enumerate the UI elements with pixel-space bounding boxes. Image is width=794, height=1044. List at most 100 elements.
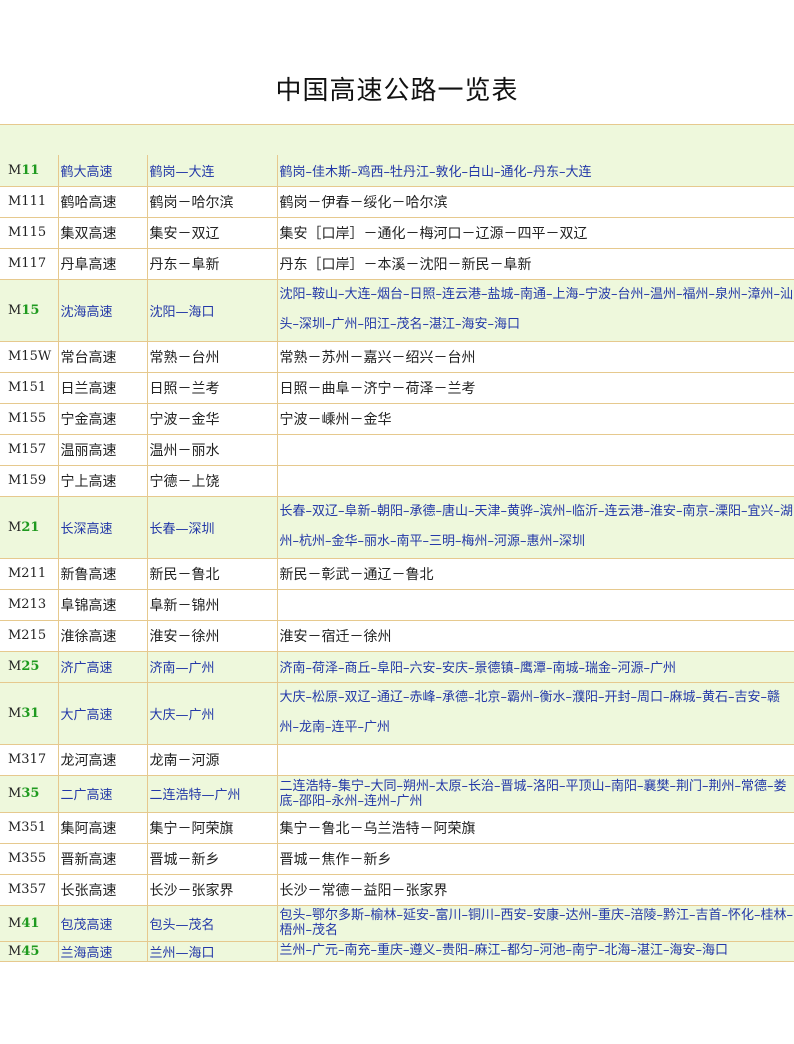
table-row: M215 淮徐高速 淮安－徐州 淮安－宿迁－徐州 bbox=[0, 620, 794, 652]
route-code: M211 bbox=[0, 558, 59, 590]
table-row: M351 集阿高速 集宁－阿荣旗 集宁－鲁北－乌兰浩特－阿荣旗 bbox=[0, 812, 794, 844]
route-name: 常台高速 bbox=[58, 341, 148, 373]
route-span: 集安－双辽 bbox=[147, 217, 278, 249]
table-row: M213 阜锦高速 阜新－锦州 bbox=[0, 589, 794, 621]
route-code: M15 bbox=[0, 279, 59, 342]
route-cities: 长沙－常德－益阳－张家界 bbox=[277, 874, 794, 906]
route-cities bbox=[277, 465, 794, 497]
route-cities: 包头–鄂尔多斯–榆林–延安–富川–铜川–西安–安康–达州–重庆–涪陵–黔江–吉首… bbox=[277, 905, 794, 942]
table-row: M159 宁上高速 宁德－上饶 bbox=[0, 465, 794, 497]
route-span: 新民－鲁北 bbox=[147, 558, 278, 590]
route-cities: 鹤岗－伊春－绥化－哈尔滨 bbox=[277, 186, 794, 218]
route-cities: 常熟－苏州－嘉兴－绍兴－台州 bbox=[277, 341, 794, 373]
route-cities: 日照－曲阜－济宁－荷泽－兰考 bbox=[277, 372, 794, 404]
route-span: 长春—深圳 bbox=[147, 496, 278, 559]
table-row: M155 宁金高速 宁波－金华 宁波－嵊州－金华 bbox=[0, 403, 794, 435]
table-row: M21 长深高速 长春—深圳 长春–双辽–阜新–朝阳–承德–唐山–天津–黄骅–滨… bbox=[0, 496, 794, 559]
route-span: 宁德－上饶 bbox=[147, 465, 278, 497]
route-cities: 新民－彰武－通辽－鲁北 bbox=[277, 558, 794, 590]
route-code: M117 bbox=[0, 248, 59, 280]
route-cities: 长春–双辽–阜新–朝阳–承德–唐山–天津–黄骅–滨州–临沂–连云港–淮安–南京–… bbox=[277, 496, 794, 559]
route-code: M41 bbox=[0, 905, 59, 942]
route-name: 二广高速 bbox=[58, 775, 148, 813]
route-name: 包茂高速 bbox=[58, 905, 148, 942]
route-name: 长深高速 bbox=[58, 496, 148, 559]
route-code: M35 bbox=[0, 775, 59, 813]
route-span: 鹤岗－哈尔滨 bbox=[147, 186, 278, 218]
route-name: 沈海高速 bbox=[58, 279, 148, 342]
route-code: M213 bbox=[0, 589, 59, 621]
route-cities: 丹东［口岸］－本溪－沈阳－新民－阜新 bbox=[277, 248, 794, 280]
route-span: 日照－兰考 bbox=[147, 372, 278, 404]
route-span: 鹤岗—大连 bbox=[147, 155, 278, 187]
route-name: 淮徐高速 bbox=[58, 620, 148, 652]
page-title: 中国高速公路一览表 bbox=[275, 76, 519, 106]
route-span: 阜新－锦州 bbox=[147, 589, 278, 621]
route-code: M317 bbox=[0, 744, 59, 776]
route-span: 济南—广州 bbox=[147, 651, 278, 683]
route-code: M21 bbox=[0, 496, 59, 559]
route-span: 集宁－阿荣旗 bbox=[147, 812, 278, 844]
route-code: M215 bbox=[0, 620, 59, 652]
table-row: M111 鹤哈高速 鹤岗－哈尔滨 鹤岗－伊春－绥化－哈尔滨 bbox=[0, 186, 794, 218]
route-code: M25 bbox=[0, 651, 59, 683]
route-name: 集双高速 bbox=[58, 217, 148, 249]
table-row: M15 沈海高速 沈阳—海口 沈阳–鞍山–大连–烟台–日照–连云港–盐城–南通–… bbox=[0, 279, 794, 342]
route-code: M111 bbox=[0, 186, 59, 218]
route-code: M45 bbox=[0, 941, 59, 962]
route-name: 阜锦高速 bbox=[58, 589, 148, 621]
table-row: M15W 常台高速 常熟－台州 常熟－苏州－嘉兴－绍兴－台州 bbox=[0, 341, 794, 373]
table-row: M41 包茂高速 包头—茂名 包头–鄂尔多斯–榆林–延安–富川–铜川–西安–安康… bbox=[0, 905, 794, 942]
route-cities: 淮安－宿迁－徐州 bbox=[277, 620, 794, 652]
table-row: M31 大广高速 大庆—广州 大庆–松原–双辽–通辽–赤峰–承德–北京–霸州–衡… bbox=[0, 682, 794, 745]
route-cities: 宁波－嵊州－金华 bbox=[277, 403, 794, 435]
route-span: 二连浩特—广州 bbox=[147, 775, 278, 813]
route-cities: 二连浩特–集宁–大同–朔州–太原–长治–晋城–洛阳–平顶山–南阳–襄樊–荆门–荆… bbox=[277, 775, 794, 813]
route-code: M151 bbox=[0, 372, 59, 404]
route-name: 温丽高速 bbox=[58, 434, 148, 466]
table-row: M25 济广高速 济南—广州 济南–荷泽–商丘–阜阳–六安–安庆–景德镇–鹰潭–… bbox=[0, 651, 794, 683]
route-span: 长沙－张家界 bbox=[147, 874, 278, 906]
route-name: 兰海高速 bbox=[58, 941, 148, 962]
route-span: 龙南－河源 bbox=[147, 744, 278, 776]
table-row: M151 日兰高速 日照－兰考 日照－曲阜－济宁－荷泽－兰考 bbox=[0, 372, 794, 404]
route-name: 新鲁高速 bbox=[58, 558, 148, 590]
table-row: M211 新鲁高速 新民－鲁北 新民－彰武－通辽－鲁北 bbox=[0, 558, 794, 590]
route-name: 集阿高速 bbox=[58, 812, 148, 844]
route-span: 淮安－徐州 bbox=[147, 620, 278, 652]
route-span: 晋城－新乡 bbox=[147, 843, 278, 875]
table-row: M35 二广高速 二连浩特—广州 二连浩特–集宁–大同–朔州–太原–长治–晋城–… bbox=[0, 775, 794, 813]
highway-table: M11 鹤大高速 鹤岗—大连 鹤岗–佳木斯–鸡西–牡丹江–敦化–白山–通化–丹东… bbox=[0, 155, 794, 962]
route-name: 晋新高速 bbox=[58, 843, 148, 875]
table-row: M115 集双高速 集安－双辽 集安［口岸］－通化－梅河口－辽源－四平－双辽 bbox=[0, 217, 794, 249]
table-row: M117 丹阜高速 丹东－阜新 丹东［口岸］－本溪－沈阳－新民－阜新 bbox=[0, 248, 794, 280]
route-name: 丹阜高速 bbox=[58, 248, 148, 280]
route-name: 宁金高速 bbox=[58, 403, 148, 435]
route-name: 宁上高速 bbox=[58, 465, 148, 497]
route-span: 兰州—海口 bbox=[147, 941, 278, 962]
route-cities: 集安［口岸］－通化－梅河口－辽源－四平－双辽 bbox=[277, 217, 794, 249]
table-row: M157 温丽高速 温州－丽水 bbox=[0, 434, 794, 466]
route-name: 日兰高速 bbox=[58, 372, 148, 404]
table-row: M355 晋新高速 晋城－新乡 晋城－焦作－新乡 bbox=[0, 843, 794, 875]
route-code: M11 bbox=[0, 155, 59, 187]
route-name: 济广高速 bbox=[58, 651, 148, 683]
route-cities: 兰州–广元–南充–重庆–遵义–贵阳–麻江–都匀–河池–南宁–北海–湛江–海安–海… bbox=[277, 941, 794, 962]
route-code: M15W bbox=[0, 341, 59, 373]
header-band bbox=[0, 124, 794, 156]
route-name: 大广高速 bbox=[58, 682, 148, 745]
route-cities bbox=[277, 434, 794, 466]
route-cities: 晋城－焦作－新乡 bbox=[277, 843, 794, 875]
route-span: 温州－丽水 bbox=[147, 434, 278, 466]
route-cities: 集宁－鲁北－乌兰浩特－阿荣旗 bbox=[277, 812, 794, 844]
route-cities: 鹤岗–佳木斯–鸡西–牡丹江–敦化–白山–通化–丹东–大连 bbox=[277, 155, 794, 187]
route-cities bbox=[277, 744, 794, 776]
route-code: M351 bbox=[0, 812, 59, 844]
route-span: 沈阳—海口 bbox=[147, 279, 278, 342]
route-cities: 济南–荷泽–商丘–阜阳–六安–安庆–景德镇–鹰潭–南城–瑞金–河源–广州 bbox=[277, 651, 794, 683]
route-name: 鹤大高速 bbox=[58, 155, 148, 187]
table-row: M45 兰海高速 兰州—海口 兰州–广元–南充–重庆–遵义–贵阳–麻江–都匀–河… bbox=[0, 941, 794, 962]
table-row: M357 长张高速 长沙－张家界 长沙－常德－益阳－张家界 bbox=[0, 874, 794, 906]
route-span: 宁波－金华 bbox=[147, 403, 278, 435]
route-cities: 沈阳–鞍山–大连–烟台–日照–连云港–盐城–南通–上海–宁波–台州–温州–福州–… bbox=[277, 279, 794, 342]
